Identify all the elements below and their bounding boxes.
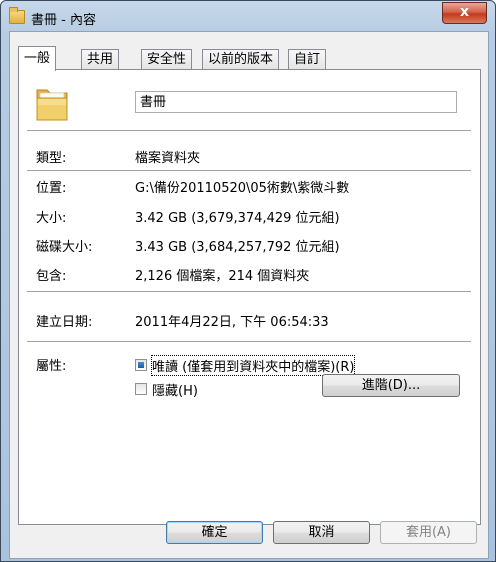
size-label: 大小:	[36, 211, 67, 226]
advanced-button[interactable]: 進階(D)...	[322, 374, 460, 397]
tab-general[interactable]: 一般	[18, 46, 57, 71]
type-value: 檔案資料夾	[135, 151, 201, 166]
dialog-client: 一般 共用 安全性 以前的版本 自訂 書冊 類型: 檔案資料夾 位置: G:\備…	[9, 31, 489, 559]
close-button[interactable]: x	[442, 2, 487, 24]
tab-previous-versions[interactable]: 以前的版本	[202, 49, 280, 70]
ok-button[interactable]: 確定	[166, 521, 263, 544]
tab-sharing[interactable]: 共用	[81, 49, 120, 70]
separator	[27, 130, 471, 131]
disk-size-value: 3.43 GB (3,684,257,792 位元組)	[135, 240, 340, 255]
readonly-label[interactable]: 唯讀 (僅套用到資料夾中的檔案)(R)	[150, 355, 356, 376]
properties-window: 書冊 - 內容 x 一般 共用 安全性 以前的版本 自訂 書冊 類型: 檔案資料…	[0, 0, 496, 562]
folder-large-icon	[36, 89, 68, 121]
folder-icon	[9, 7, 25, 24]
location-label: 位置:	[36, 181, 67, 196]
contains-label: 包含:	[36, 269, 67, 284]
title-bar[interactable]: 書冊 - 內容 x	[1, 1, 495, 33]
created-label: 建立日期:	[36, 315, 93, 330]
location-value: G:\備份20110520\05術數\紫微斗數	[135, 181, 350, 196]
readonly-checkbox[interactable]	[135, 359, 147, 371]
hidden-label[interactable]: 隱藏(H)	[152, 380, 198, 399]
contains-value: 2,126 個檔案，214 個資料夾	[135, 269, 310, 284]
size-value: 3.42 GB (3,679,374,429 位元組)	[135, 211, 340, 226]
folder-name-input[interactable]: 書冊	[135, 91, 457, 113]
cancel-button[interactable]: 取消	[273, 521, 370, 544]
created-value: 2011年4月22日, 下午 06:54:33	[135, 315, 329, 330]
apply-button[interactable]: 套用(A)	[380, 521, 477, 544]
hidden-checkbox[interactable]	[135, 383, 147, 395]
separator	[27, 291, 471, 292]
separator	[27, 170, 471, 171]
tab-customize[interactable]: 自訂	[288, 49, 327, 70]
type-label: 類型:	[36, 151, 67, 166]
disk-size-label: 磁碟大小:	[36, 240, 93, 255]
separator	[27, 341, 471, 342]
general-panel: 書冊 類型: 檔案資料夾 位置: G:\備份20110520\05術數\紫微斗數…	[18, 69, 481, 525]
attributes-label: 屬性:	[36, 359, 67, 374]
window-title: 書冊 - 內容	[31, 13, 96, 28]
tab-security[interactable]: 安全性	[141, 49, 193, 70]
